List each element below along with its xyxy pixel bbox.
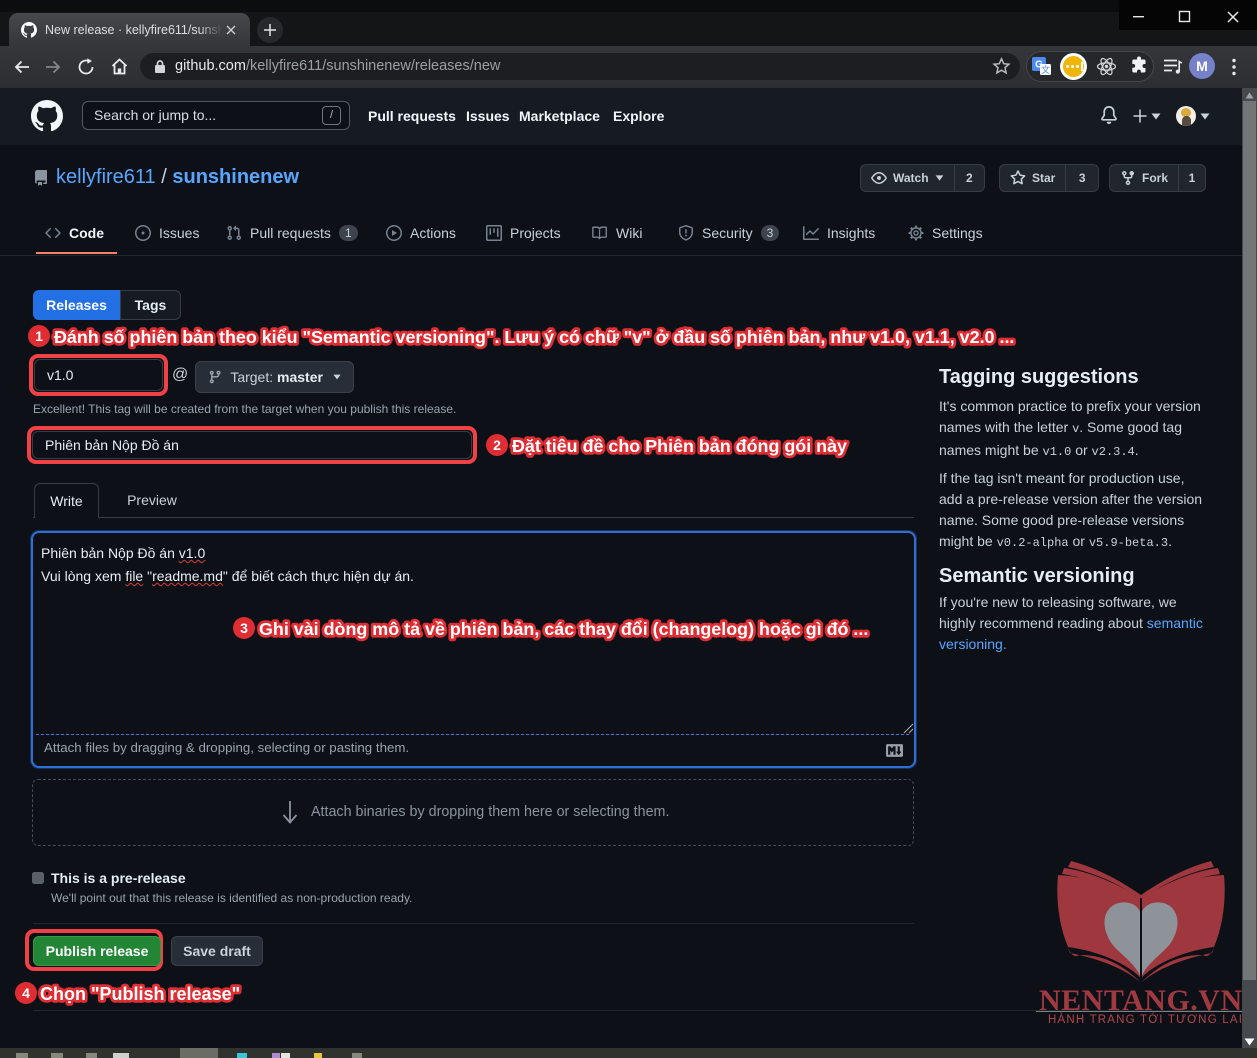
svg-text:Ghi vài dòng mô tả về phiên bả: Ghi vài dòng mô tả về phiên bản, các tha… bbox=[259, 619, 868, 639]
svg-text:文: 文 bbox=[1041, 64, 1050, 75]
svg-text:Đặt tiêu đề cho Phiên bản đóng: Đặt tiêu đề cho Phiên bản đóng gói này bbox=[512, 436, 847, 456]
svg-text:Đánh số phiên bản theo kiểu "S: Đánh số phiên bản theo kiểu "Semantic ve… bbox=[54, 327, 1014, 347]
svg-text:Chọn "Publish release": Chọn "Publish release" bbox=[40, 984, 240, 1004]
